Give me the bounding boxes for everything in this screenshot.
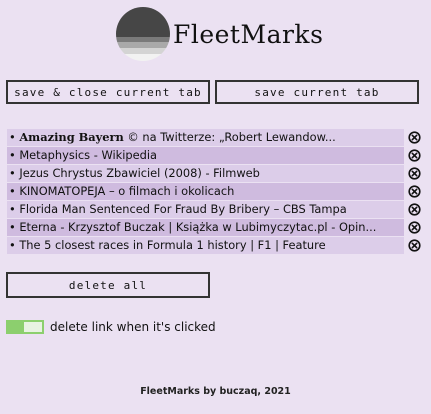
delete-all-button[interactable]: delete all [6, 272, 210, 298]
save-tab-button[interactable]: save current tab [215, 80, 419, 104]
saved-links-list: • Amazing Bayern © na Twitterze: „Robert… [7, 128, 425, 254]
delete-link-icon[interactable] [408, 184, 421, 198]
delete-link-icon[interactable] [408, 148, 421, 162]
saved-link[interactable]: • Metaphysics - Wikipedia [7, 146, 404, 164]
delete-link-icon[interactable] [408, 238, 421, 252]
saved-link[interactable]: • Florida Man Sentenced For Fraud By Bri… [7, 200, 404, 218]
list-item: • Metaphysics - Wikipedia [7, 146, 425, 164]
delete-on-click-toggle[interactable] [6, 320, 44, 334]
toggle-label: delete link when it's clicked [50, 320, 216, 334]
app-header: FleetMarks [116, 6, 323, 62]
delete-link-icon[interactable] [408, 166, 421, 180]
app-logo-icon [116, 7, 170, 61]
save-and-close-tab-button[interactable]: save & close current tab [6, 80, 210, 104]
delete-link-icon[interactable] [408, 130, 421, 144]
list-item: • Florida Man Sentenced For Fraud By Bri… [7, 200, 425, 218]
list-item: • The 5 closest races in Formula 1 histo… [7, 236, 425, 254]
toggle-knob [24, 322, 42, 332]
app-title: FleetMarks [173, 19, 324, 49]
footer-credit: FleetMarks by buczaq, 2021 [140, 386, 291, 397]
list-item: • Jezus Chrystus Zbawiciel (2008) - Film… [7, 164, 425, 182]
list-item: • Amazing Bayern © na Twitterze: „Robert… [7, 128, 425, 146]
delete-link-icon[interactable] [408, 220, 421, 234]
saved-link[interactable]: • The 5 closest races in Formula 1 histo… [7, 236, 404, 254]
delete-link-icon[interactable] [408, 202, 421, 216]
saved-link[interactable]: • Amazing Bayern © na Twitterze: „Robert… [7, 128, 404, 146]
delete-on-click-setting: delete link when it's clicked [6, 320, 216, 334]
saved-link[interactable]: • Jezus Chrystus Zbawiciel (2008) - Film… [7, 164, 404, 182]
saved-link[interactable]: • Eterna - Krzysztof Buczak | Książka w … [7, 218, 404, 236]
list-item: • Eterna - Krzysztof Buczak | Książka w … [7, 218, 425, 236]
saved-link[interactable]: • KINOMATOPEJA – o filmach i okolicach [7, 182, 404, 200]
list-item: • KINOMATOPEJA – o filmach i okolicach [7, 182, 425, 200]
